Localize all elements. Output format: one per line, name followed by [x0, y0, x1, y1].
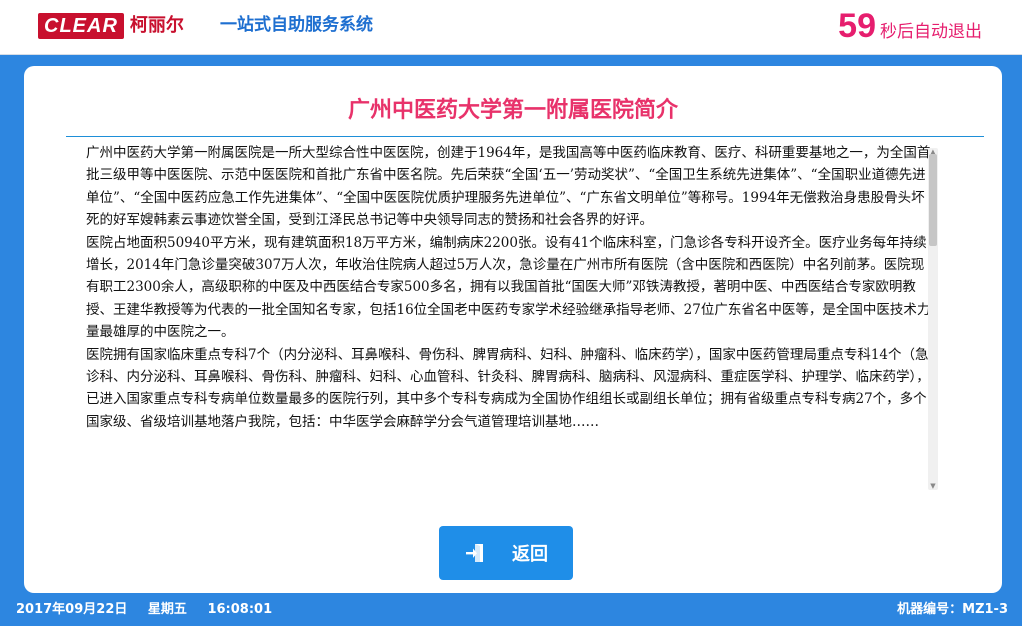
system-slogan: 一站式自助服务系统: [220, 15, 373, 35]
content-panel: 广州中医药大学第一附属医院简介 广州中医药大学第一附属医院是一所大型综合性中医医…: [24, 66, 1002, 593]
article-paragraph: 医院拥有国家临床重点专科7个（内分泌科、耳鼻喉科、骨伤科、脾胃病科、妇科、肿瘤科…: [86, 346, 930, 430]
page-title: 广州中医药大学第一附属医院简介: [347, 98, 678, 123]
countdown-label: 秒后自动退出: [880, 22, 982, 42]
scroll-down-arrow-icon[interactable]: ▼: [928, 482, 938, 490]
footer-date: 2017年09月22日: [16, 602, 128, 617]
footer-time: 16:08:01: [207, 602, 273, 617]
machine-id: 机器编号：MZ1-3: [897, 602, 1008, 617]
back-button-label: 返回: [512, 544, 548, 565]
brand-logo: CLEAR 柯丽尔: [38, 12, 184, 40]
logo-clear-text: CLEAR: [38, 13, 124, 39]
footer-weekday: 星期五: [147, 602, 187, 617]
title-divider: [66, 136, 984, 137]
auto-exit-countdown: 59 秒后自动退出: [838, 6, 982, 46]
exit-door-icon: [466, 544, 483, 562]
scroll-thumb[interactable]: [929, 154, 937, 246]
countdown-seconds: 59: [838, 7, 876, 45]
article-text-area[interactable]: 广州中医药大学第一附属医院是一所大型综合性中医医院，创建于1964年，是我国高等…: [86, 142, 934, 488]
back-button[interactable]: 返回: [439, 526, 573, 580]
logo-cn-text: 柯丽尔: [129, 15, 184, 36]
article-scrollbar[interactable]: ▲ ▼: [928, 148, 938, 490]
article-paragraph: 医院占地面积50940平方米，现有建筑面积18万平方米，编制病床2200张。设有…: [86, 234, 931, 341]
footer-datetime: 2017年09月22日 星期五 16:08:01: [16, 602, 288, 618]
article-paragraph: 广州中医药大学第一附属医院是一所大型综合性中医医院，创建于1964年，是我国高等…: [86, 145, 931, 229]
header-bar: CLEAR 柯丽尔 一站式自助服务系统 59 秒后自动退出: [0, 0, 1022, 55]
